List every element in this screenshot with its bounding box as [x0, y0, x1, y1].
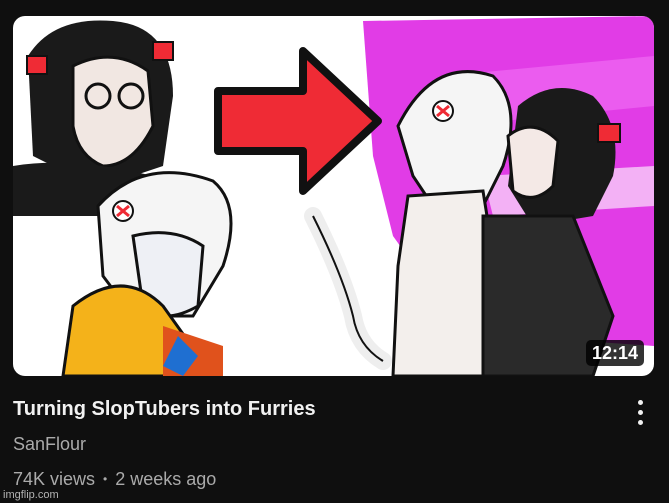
thumbnail-illustration: [13, 16, 654, 376]
upload-age: 2 weeks ago: [115, 469, 217, 489]
duration-badge: 12:14: [585, 340, 644, 366]
separator-dot: •: [103, 472, 108, 486]
video-card[interactable]: 12:14 Turning SlopTubers into Furries Sa…: [0, 0, 669, 503]
video-thumbnail[interactable]: 12:14: [13, 16, 654, 376]
video-title[interactable]: Turning SlopTubers into Furries: [13, 395, 613, 423]
more-vert-icon[interactable]: [627, 394, 653, 430]
watermark: imgflip.com: [3, 489, 59, 501]
channel-name[interactable]: SanFlour: [13, 432, 86, 456]
red-arrow: [214, 47, 382, 195]
